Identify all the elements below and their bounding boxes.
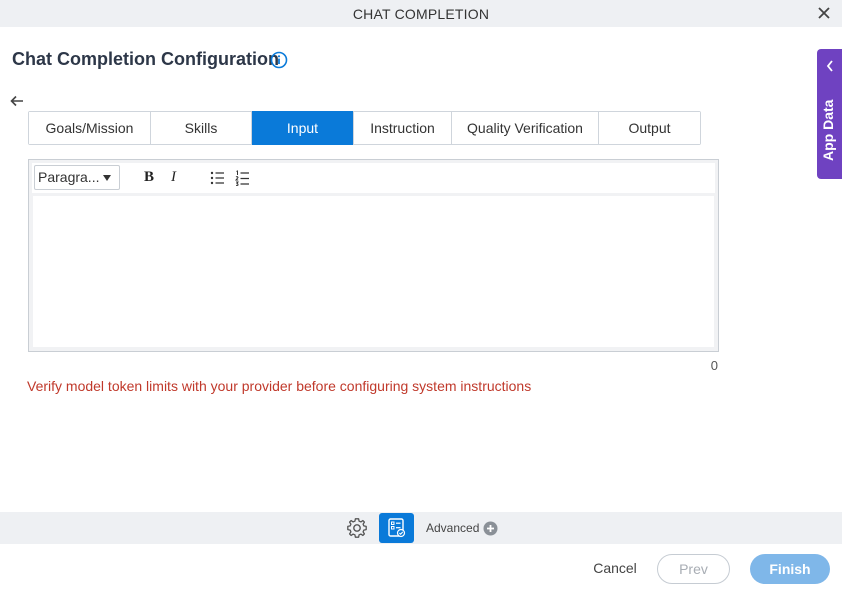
bulleted-list-icon[interactable] <box>209 169 227 187</box>
tab-output[interactable]: Output <box>599 112 700 144</box>
tab-skills[interactable]: Skills <box>151 112 252 144</box>
app-data-panel-tab[interactable]: App Data <box>817 49 842 179</box>
page-title: Chat Completion Configuration <box>12 49 279 69</box>
dialog-titlebar: CHAT COMPLETION <box>0 0 842 27</box>
editor-toolbar: Paragra... B I <box>32 163 715 193</box>
tab-instruction[interactable]: Instruction <box>354 112 452 144</box>
warning-message: Verify model token limits with your prov… <box>27 378 532 394</box>
tab-input[interactable]: Input <box>252 111 354 145</box>
finish-button[interactable]: Finish <box>750 554 830 584</box>
tab-goals-mission[interactable]: Goals/Mission <box>29 112 151 144</box>
cancel-button[interactable]: Cancel <box>580 560 650 576</box>
dialog-title: CHAT COMPLETION <box>352 6 490 22</box>
rich-text-editor: Paragra... B I <box>28 159 719 352</box>
character-counter: 0 <box>710 358 718 373</box>
italic-button[interactable]: I <box>171 169 189 187</box>
close-icon[interactable] <box>816 5 832 21</box>
checklist-button[interactable] <box>379 513 414 543</box>
chevron-left-icon <box>826 60 833 72</box>
chevron-down-icon <box>103 175 111 181</box>
tab-quality-verification[interactable]: Quality Verification <box>452 112 599 144</box>
app-data-label: App Data <box>820 99 836 161</box>
info-icon[interactable] <box>270 51 288 69</box>
plus-circle-icon[interactable] <box>483 521 498 536</box>
config-tabs: Goals/Mission Skills Input Instruction Q… <box>28 111 701 145</box>
editor-content-area[interactable] <box>33 196 714 347</box>
prev-button[interactable]: Prev <box>657 554 730 584</box>
numbered-list-icon[interactable] <box>234 169 252 187</box>
back-arrow-icon[interactable] <box>9 93 25 109</box>
bold-button[interactable]: B <box>144 169 162 187</box>
paragraph-format-select[interactable]: Paragra... <box>34 165 120 190</box>
footer-toolbar <box>0 512 842 544</box>
checklist-icon <box>388 518 406 538</box>
gear-icon[interactable] <box>346 517 368 539</box>
advanced-toggle[interactable]: Advanced <box>426 521 479 535</box>
